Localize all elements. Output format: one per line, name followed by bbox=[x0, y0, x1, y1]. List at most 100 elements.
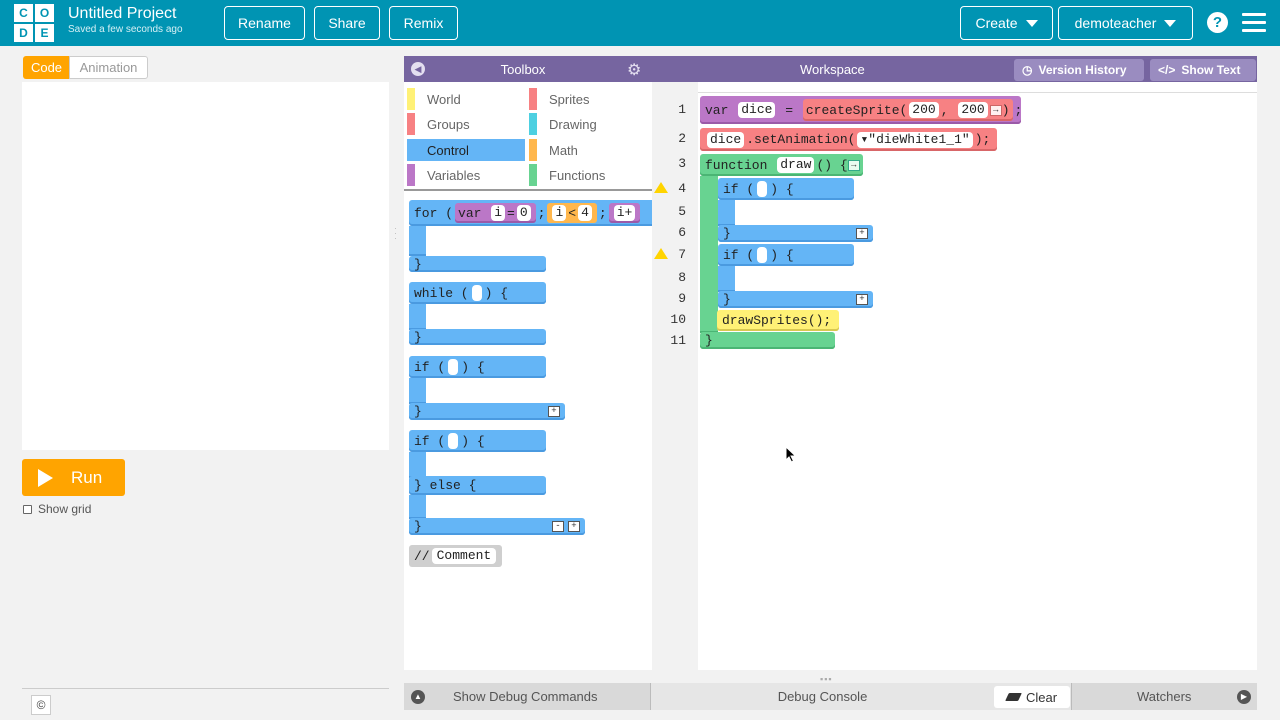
tab-animation[interactable]: Animation bbox=[69, 56, 148, 79]
category-swatch bbox=[407, 164, 415, 186]
gear-icon[interactable]: ⚙ bbox=[627, 60, 641, 80]
warning-icon[interactable] bbox=[654, 182, 668, 193]
create-dropdown[interactable]: Create bbox=[960, 6, 1053, 40]
condition-slot[interactable] bbox=[448, 433, 459, 449]
mouse-cursor-icon bbox=[785, 446, 797, 463]
chevron-down-icon bbox=[1164, 19, 1177, 27]
block-keyword: var bbox=[458, 205, 482, 221]
if-block[interactable]: if () { bbox=[718, 178, 854, 200]
add-else-button[interactable]: + bbox=[568, 521, 580, 532]
watchers-toggle[interactable]: Watchers ▶ bbox=[1072, 683, 1257, 710]
number-slot[interactable]: 4 bbox=[578, 205, 592, 221]
category-world[interactable]: World bbox=[407, 88, 525, 110]
clear-console-button[interactable]: Clear bbox=[994, 686, 1070, 708]
line-number: 11 bbox=[670, 333, 686, 348]
function-definition-block[interactable]: function draw() { → bbox=[700, 154, 863, 176]
block-keyword: for ( bbox=[414, 205, 454, 221]
tab-code[interactable]: Code bbox=[23, 56, 70, 79]
if-else-block[interactable]: if () { bbox=[409, 430, 546, 452]
show-grid-checkbox[interactable] bbox=[23, 504, 32, 514]
condition-slot[interactable] bbox=[471, 285, 482, 301]
block-op: = bbox=[785, 102, 794, 118]
category-swatch bbox=[407, 139, 415, 161]
play-icon bbox=[38, 468, 53, 487]
share-button[interactable]: Share bbox=[314, 6, 380, 40]
block-keyword: // bbox=[414, 548, 430, 564]
line-number: 6 bbox=[678, 225, 686, 240]
clear-label: Clear bbox=[1025, 689, 1058, 705]
animation-dropdown[interactable]: ▾"dieWhite1_1" bbox=[857, 131, 973, 148]
logo-letter: C bbox=[14, 4, 33, 22]
var-name-slot[interactable]: i bbox=[491, 205, 506, 221]
code-org-logo[interactable]: C O D E bbox=[14, 4, 54, 42]
workspace-title: Workspace bbox=[800, 62, 865, 77]
if-block[interactable]: if () { bbox=[409, 356, 546, 378]
category-label: Functions bbox=[549, 167, 606, 183]
create-sprite-block[interactable]: createSprite(200, 200 →) bbox=[802, 99, 1013, 121]
for-loop-block[interactable]: for ( var i = 0 ; i <4 ; i+ bbox=[409, 200, 652, 226]
show-debug-commands-toggle[interactable]: ▲ Show Debug Commands bbox=[404, 683, 650, 710]
block-brace: } bbox=[414, 256, 422, 272]
category-swatch bbox=[529, 164, 537, 186]
if-block[interactable]: if () { bbox=[718, 244, 854, 266]
toolbox-title: Toolbox bbox=[500, 62, 546, 77]
user-menu-dropdown[interactable]: demoteacher bbox=[1058, 6, 1193, 40]
condition-slot[interactable] bbox=[757, 247, 768, 263]
expand-args-icon[interactable]: → bbox=[989, 104, 1002, 116]
category-groups[interactable]: Groups bbox=[407, 113, 525, 135]
run-label: Run bbox=[71, 467, 103, 487]
add-else-button[interactable]: + bbox=[856, 228, 868, 239]
line-number: 2 bbox=[678, 131, 686, 146]
copyright-icon[interactable]: © bbox=[31, 695, 51, 715]
rename-button[interactable]: Rename bbox=[224, 6, 305, 40]
condition-slot[interactable] bbox=[448, 359, 459, 375]
category-swatch bbox=[407, 113, 415, 135]
increment-block[interactable]: i+ bbox=[608, 203, 641, 223]
remix-button[interactable]: Remix bbox=[389, 6, 458, 40]
game-stage-canvas[interactable] bbox=[22, 82, 389, 450]
category-drawing[interactable]: Drawing bbox=[529, 113, 649, 135]
category-label: Math bbox=[549, 142, 578, 158]
create-label: Create bbox=[975, 15, 1018, 31]
comment-block[interactable]: //Comment bbox=[409, 545, 502, 567]
block-punct: ); bbox=[974, 132, 991, 147]
set-animation-block[interactable]: dice .setAnimation( ▾"dieWhite1_1"); bbox=[700, 128, 997, 151]
block-keyword: ) { bbox=[461, 433, 485, 449]
var-declaration-block[interactable]: var dice = createSprite(200, 200 →) ; bbox=[700, 96, 1022, 124]
show-grid-toggle[interactable]: Show grid bbox=[23, 502, 91, 516]
expand-params-icon[interactable]: → bbox=[847, 159, 860, 171]
project-title: Untitled Project bbox=[68, 5, 177, 22]
block-brace: } bbox=[723, 226, 731, 241]
var-init-block[interactable]: var i = 0 bbox=[455, 203, 536, 223]
category-math[interactable]: Math bbox=[529, 139, 649, 161]
collapse-toolbox-icon[interactable]: ◀ bbox=[411, 62, 425, 76]
category-sprites[interactable]: Sprites bbox=[529, 88, 649, 110]
number-slot[interactable]: 0 bbox=[516, 205, 531, 221]
function-name-slot[interactable]: draw bbox=[777, 157, 815, 173]
var-name-slot[interactable]: dice bbox=[707, 131, 745, 148]
draw-sprites-block[interactable]: drawSprites(); bbox=[717, 310, 839, 331]
show-text-button[interactable]: </> Show Text bbox=[1150, 59, 1256, 81]
category-variables[interactable]: Variables bbox=[407, 164, 525, 186]
compare-block[interactable]: i <4 bbox=[547, 203, 597, 223]
run-button[interactable]: Run bbox=[22, 459, 125, 496]
var-name-slot[interactable]: i bbox=[552, 205, 567, 221]
add-else-button[interactable]: + bbox=[856, 294, 868, 305]
comment-text-slot[interactable]: Comment bbox=[431, 548, 497, 564]
var-name-slot[interactable]: dice bbox=[738, 102, 776, 118]
warning-icon[interactable] bbox=[654, 248, 668, 259]
version-history-button[interactable]: ◷ Version History bbox=[1014, 59, 1144, 81]
help-icon[interactable]: ? bbox=[1207, 12, 1228, 33]
while-loop-block[interactable]: while () { bbox=[409, 282, 546, 304]
number-slot[interactable]: 200 bbox=[958, 102, 988, 118]
remove-else-button[interactable]: - bbox=[552, 521, 564, 532]
category-control[interactable]: Control bbox=[407, 139, 525, 161]
hamburger-menu-icon[interactable] bbox=[1242, 13, 1266, 32]
category-functions[interactable]: Functions bbox=[529, 164, 649, 186]
block-footer: } bbox=[409, 329, 546, 345]
number-slot[interactable]: 200 bbox=[909, 102, 939, 118]
block-brace: } bbox=[414, 519, 422, 534]
condition-slot[interactable] bbox=[757, 181, 768, 197]
add-else-button[interactable]: + bbox=[548, 406, 560, 417]
resize-handle-vertical[interactable]: · · · bbox=[394, 224, 400, 243]
